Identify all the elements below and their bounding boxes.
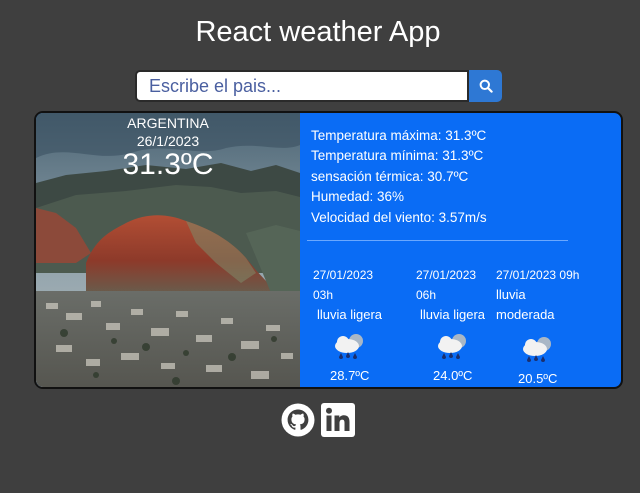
weather-details: Temperatura máxima: 31.3ºC Temperatura m… [311, 126, 487, 228]
forecast-item: 27/01/2023 06h [416, 265, 476, 305]
github-icon [281, 403, 315, 437]
current-date: 26/1/2023 [136, 133, 200, 149]
linkedin-link[interactable] [321, 403, 355, 442]
forecast-item: 27/01/2023 09h [496, 265, 579, 285]
forecast-description-line2: moderada [496, 307, 555, 322]
forecast-hour: 03h [313, 288, 334, 302]
github-link[interactable] [281, 403, 315, 442]
search-bar [135, 70, 502, 102]
forecast-description: lluvia ligera [420, 307, 486, 322]
feels-like: sensación térmica: 30.7ºC [311, 168, 469, 184]
forecast-temperature: 24.0ºC [433, 368, 473, 383]
linkedin-icon [321, 403, 355, 437]
forecast-temperature: 28.7ºC [330, 368, 370, 383]
forecast-description: lluvia moderada [496, 285, 555, 325]
rain-cloud-icon [438, 334, 466, 359]
forecast-temperature: 20.5ºC [518, 371, 558, 386]
humidity: Humedad: 36% [311, 189, 405, 205]
forecast-date: 27/01/2023 [313, 268, 374, 282]
forecast-date: 27/01/2023 09h [496, 268, 580, 282]
country-name: ARGENTINA [127, 115, 209, 131]
wind-speed: Velocidad del viento: 3.57m/s [311, 209, 487, 225]
max-temperature: Temperatura máxima: 31.3ºC [311, 128, 487, 143]
location-image-panel: ARGENTINA 26/1/2023 31.3ºC [36, 113, 300, 387]
min-temperature: Temperatura mínima: 31.3ºC [311, 148, 484, 164]
forecast-item: 27/01/2023 03h [313, 265, 373, 305]
search-input[interactable] [135, 70, 469, 102]
search-icon [479, 79, 493, 93]
app-title: React weather App [195, 16, 441, 48]
search-button[interactable] [469, 70, 502, 102]
forecast-description-line1: lluvia [496, 287, 526, 302]
divider [307, 240, 568, 241]
forecast-date: 27/01/2023 [416, 268, 477, 282]
forecast-description: lluvia ligera [317, 307, 383, 322]
current-temperature: 31.3ºC [122, 148, 214, 181]
rain-cloud-icon [523, 337, 551, 362]
rain-cloud-icon [335, 334, 363, 359]
forecast-hour: 06h [416, 288, 437, 302]
weather-card: ARGENTINA 26/1/2023 31.3ºC Temperatura m… [34, 111, 623, 389]
